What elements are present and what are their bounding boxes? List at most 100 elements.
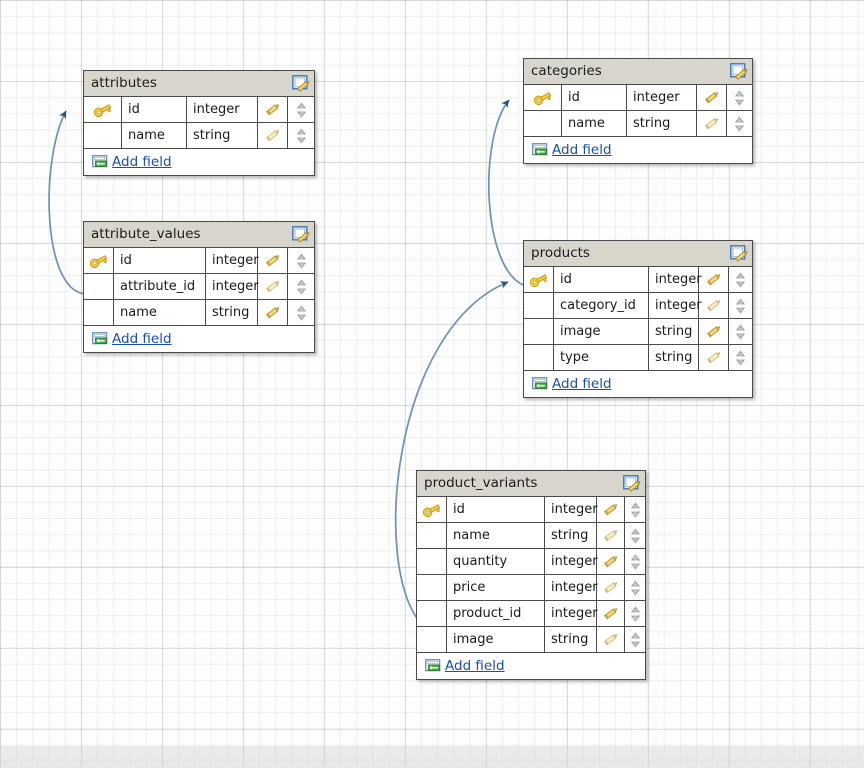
updown-arrows-icon[interactable] — [296, 279, 307, 295]
edit-field-button[interactable] — [597, 497, 625, 522]
field-row[interactable]: id integer — [84, 248, 314, 274]
updown-arrows-icon[interactable] — [630, 502, 641, 518]
updown-arrows-icon[interactable] — [296, 102, 307, 118]
add-field-icon[interactable] — [92, 155, 108, 169]
add-field-link[interactable]: Add field — [112, 154, 172, 170]
table-header-product_variants[interactable]: product_variants — [417, 471, 645, 497]
edit-table-icon[interactable] — [292, 226, 310, 243]
add-field-icon[interactable] — [532, 377, 548, 391]
edit-field-button[interactable] — [258, 97, 288, 122]
reorder-field-button[interactable] — [288, 97, 314, 122]
field-row[interactable]: product_id integer — [417, 601, 645, 627]
field-row[interactable]: id integer — [417, 497, 645, 523]
edit-table-button[interactable] — [730, 245, 748, 262]
table-card-attribute_values[interactable]: attribute_values id integer attribute_id… — [83, 221, 315, 353]
edit-field-button[interactable] — [597, 549, 625, 574]
reorder-field-button[interactable] — [625, 627, 646, 652]
reorder-field-button[interactable] — [625, 497, 646, 522]
edit-field-button[interactable] — [697, 111, 727, 136]
edit-field-button[interactable] — [699, 267, 729, 292]
edit-table-button[interactable] — [292, 226, 310, 243]
field-row[interactable]: name string — [417, 523, 645, 549]
reorder-field-button[interactable] — [625, 523, 646, 548]
add-field-icon[interactable] — [92, 332, 108, 346]
pencil-icon[interactable] — [264, 253, 281, 268]
add-field-row[interactable]: Add field — [524, 371, 752, 397]
edit-table-icon[interactable] — [730, 63, 748, 80]
add-field-icon[interactable] — [425, 659, 441, 673]
reorder-field-button[interactable] — [288, 300, 314, 325]
updown-arrows-icon[interactable] — [735, 324, 746, 340]
field-row[interactable]: name string — [84, 123, 314, 149]
edit-table-icon[interactable] — [292, 75, 310, 92]
edit-field-button[interactable] — [258, 123, 288, 148]
edit-field-button[interactable] — [597, 575, 625, 600]
edit-field-button[interactable] — [699, 345, 729, 370]
table-card-attributes[interactable]: attributes id integer name string Add fi… — [83, 70, 315, 176]
pencil-icon[interactable] — [703, 90, 720, 105]
updown-arrows-icon[interactable] — [735, 272, 746, 288]
reorder-field-button[interactable] — [625, 549, 646, 574]
add-field-link[interactable]: Add field — [552, 376, 612, 392]
pencil-icon[interactable] — [705, 350, 722, 365]
pencil-icon[interactable] — [264, 305, 281, 320]
edit-table-button[interactable] — [623, 475, 641, 492]
updown-arrows-icon[interactable] — [630, 528, 641, 544]
edit-field-button[interactable] — [597, 601, 625, 626]
updown-arrows-icon[interactable] — [630, 606, 641, 622]
add-field-link[interactable]: Add field — [112, 331, 172, 347]
table-header-attributes[interactable]: attributes — [84, 71, 314, 97]
reorder-field-button[interactable] — [729, 345, 752, 370]
edit-field-button[interactable] — [258, 274, 288, 299]
add-field-row[interactable]: Add field — [417, 653, 645, 679]
updown-arrows-icon[interactable] — [630, 554, 641, 570]
pencil-icon[interactable] — [602, 554, 619, 569]
field-row[interactable]: category_id integer — [524, 293, 752, 319]
pencil-icon[interactable] — [602, 580, 619, 595]
reorder-field-button[interactable] — [288, 123, 314, 148]
table-card-categories[interactable]: categories id integer name string Add fi… — [523, 58, 753, 164]
updown-arrows-icon[interactable] — [630, 580, 641, 596]
field-row[interactable]: attribute_id integer — [84, 274, 314, 300]
pencil-icon[interactable] — [705, 272, 722, 287]
reorder-field-button[interactable] — [729, 319, 752, 344]
field-row[interactable]: price integer — [417, 575, 645, 601]
edit-table-icon[interactable] — [730, 245, 748, 262]
table-header-products[interactable]: products — [524, 241, 752, 267]
field-row[interactable]: type string — [524, 345, 752, 371]
table-card-products[interactable]: products id integer category_id integer … — [523, 240, 753, 398]
field-row[interactable]: name string — [524, 111, 752, 137]
updown-arrows-icon[interactable] — [735, 298, 746, 314]
pencil-icon[interactable] — [602, 632, 619, 647]
edit-field-button[interactable] — [597, 523, 625, 548]
reorder-field-button[interactable] — [727, 111, 752, 136]
reorder-field-button[interactable] — [625, 575, 646, 600]
updown-arrows-icon[interactable] — [296, 253, 307, 269]
pencil-icon[interactable] — [264, 102, 281, 117]
updown-arrows-icon[interactable] — [296, 305, 307, 321]
pencil-icon[interactable] — [602, 606, 619, 621]
pencil-icon[interactable] — [703, 116, 720, 131]
updown-arrows-icon[interactable] — [630, 632, 641, 648]
add-field-row[interactable]: Add field — [84, 149, 314, 175]
add-field-row[interactable]: Add field — [84, 326, 314, 352]
edit-field-button[interactable] — [699, 319, 729, 344]
field-row[interactable]: image string — [417, 627, 645, 653]
edit-field-button[interactable] — [258, 248, 288, 273]
edit-table-button[interactable] — [292, 75, 310, 92]
table-card-product_variants[interactable]: product_variants id integer name string … — [416, 470, 646, 680]
field-row[interactable]: id integer — [524, 85, 752, 111]
pencil-icon[interactable] — [602, 528, 619, 543]
field-row[interactable]: name string — [84, 300, 314, 326]
reorder-field-button[interactable] — [288, 248, 314, 273]
field-row[interactable]: image string — [524, 319, 752, 345]
reorder-field-button[interactable] — [625, 601, 646, 626]
updown-arrows-icon[interactable] — [734, 90, 745, 106]
pencil-icon[interactable] — [705, 324, 722, 339]
edit-field-button[interactable] — [258, 300, 288, 325]
pencil-icon[interactable] — [264, 279, 281, 294]
updown-arrows-icon[interactable] — [735, 350, 746, 366]
pencil-icon[interactable] — [264, 128, 281, 143]
reorder-field-button[interactable] — [729, 267, 752, 292]
field-row[interactable]: id integer — [84, 97, 314, 123]
